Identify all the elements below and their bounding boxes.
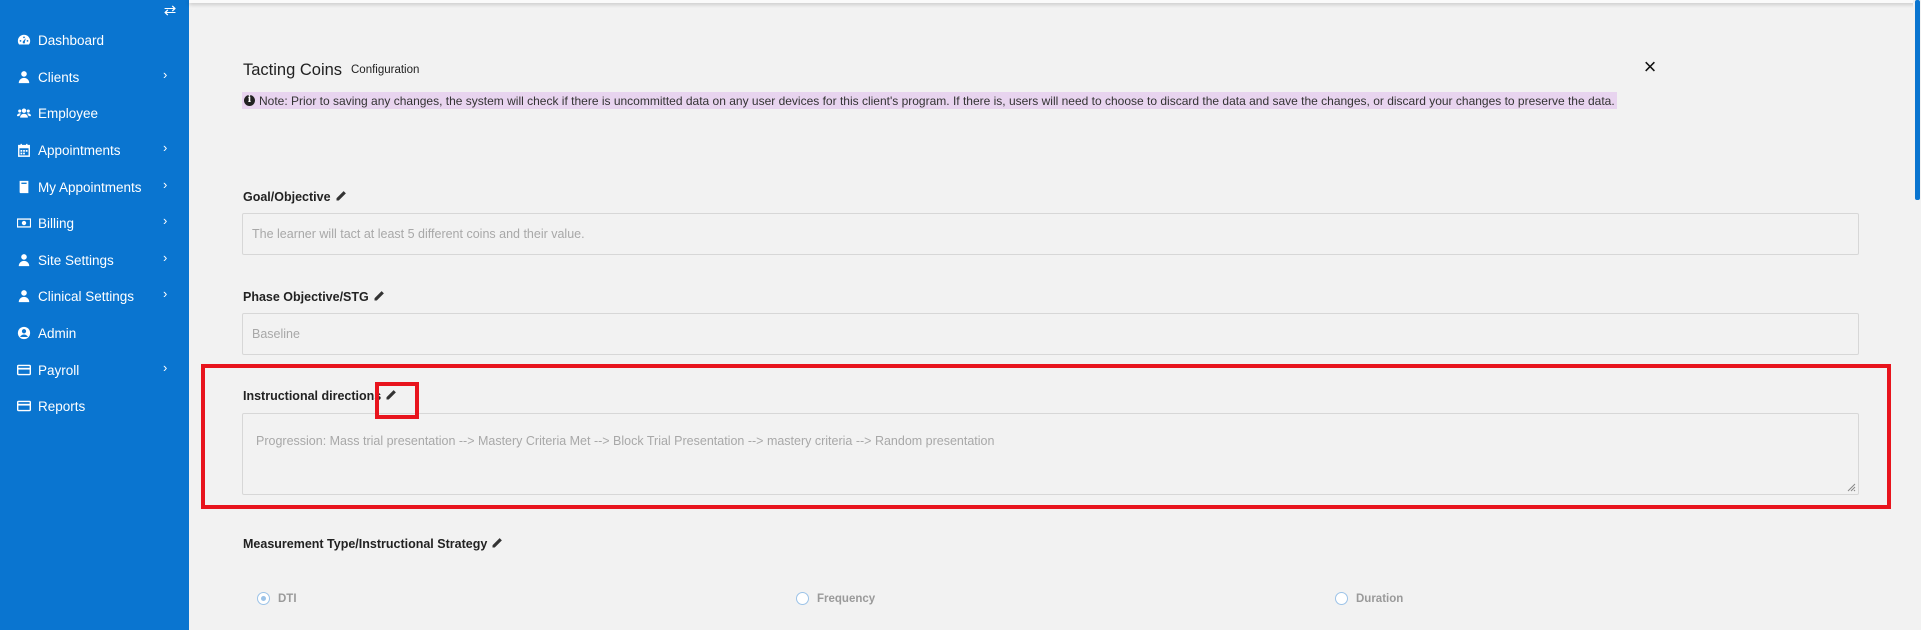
top-header-bar <box>189 0 1921 3</box>
sidebar-item-dashboard[interactable]: Dashboard <box>0 25 189 55</box>
sidebar-item-payroll[interactable]: Payroll › <box>0 355 189 385</box>
radio-label: Frequency <box>817 592 876 605</box>
user-icon <box>16 252 32 268</box>
instructional-directions-label: Instructional directions <box>243 389 397 403</box>
measurement-type-label-text: Measurement Type/Instructional Strategy <box>243 537 488 551</box>
chevron-right-icon: › <box>163 286 168 301</box>
pencil-edit-icon[interactable] <box>491 537 503 549</box>
goal-objective-field[interactable]: The learner will tact at least 5 differe… <box>242 213 1859 255</box>
instructional-directions-value: Progression: Mass trial presentation -->… <box>256 434 995 448</box>
calendar-icon <box>16 142 32 158</box>
radio-dot[interactable] <box>796 592 809 605</box>
user-icon <box>16 69 32 85</box>
info-icon: i <box>244 95 255 106</box>
sidebar-item-label: Employee <box>38 105 99 121</box>
radio-dot[interactable] <box>257 592 270 605</box>
modal-subtitle: Configuration <box>351 64 420 76</box>
user-circle-icon <box>16 325 32 341</box>
sidebar-toggle-icon[interactable]: ⇄ <box>162 3 178 18</box>
goal-objective-value: The learner will tact at least 5 differe… <box>252 227 585 241</box>
book-icon <box>16 179 32 195</box>
sidebar-item-label: Clients <box>38 69 80 85</box>
money-icon <box>16 215 32 231</box>
radio-label: Duration <box>1356 592 1404 605</box>
pencil-edit-icon[interactable] <box>335 190 347 202</box>
pencil-edit-icon[interactable] <box>373 290 385 302</box>
chevron-right-icon: › <box>163 250 168 265</box>
phase-objective-label-text: Phase Objective/STG <box>243 290 369 304</box>
sidebar-item-label: Billing <box>38 215 75 231</box>
sidebar-item-employee[interactable]: Employee <box>0 98 189 128</box>
users-icon <box>16 105 32 121</box>
sidebar-item-appointments[interactable]: Appointments › <box>0 135 189 165</box>
sidebar-item-admin[interactable]: Admin <box>0 318 189 348</box>
radio-dti[interactable]: DTI <box>257 592 297 605</box>
sidebar-item-label: My Appointments <box>38 179 142 195</box>
sidebar-item-clients[interactable]: Clients › <box>0 62 189 92</box>
phase-objective-field[interactable]: Baseline <box>242 313 1859 355</box>
info-note-text: Note: Prior to saving any changes, the s… <box>259 93 1615 108</box>
chevron-right-icon: › <box>163 67 168 82</box>
credit-card-icon <box>16 362 32 378</box>
sidebar-item-label: Admin <box>38 325 77 341</box>
sidebar-item-label: Payroll <box>38 362 80 378</box>
measurement-type-label: Measurement Type/Instructional Strategy <box>243 537 503 551</box>
modal-title: Tacting Coins <box>243 61 343 79</box>
pencil-edit-icon[interactable] <box>385 389 397 401</box>
chevron-right-icon: › <box>163 177 168 192</box>
radio-label: DTI <box>278 592 297 605</box>
chevron-right-icon: › <box>163 140 168 155</box>
scrollbar-thumb[interactable] <box>1915 0 1920 200</box>
chevron-right-icon: › <box>163 213 168 228</box>
phase-objective-label: Phase Objective/STG <box>243 290 385 304</box>
info-note: i Note: Prior to saving any changes, the… <box>242 92 1617 109</box>
sidebar-item-label: Appointments <box>38 142 121 158</box>
goal-objective-label: Goal/Objective <box>243 190 347 204</box>
sidebar-item-label: Dashboard <box>38 32 105 48</box>
instructional-directions-textarea[interactable]: Progression: Mass trial presentation -->… <box>242 413 1859 495</box>
goal-objective-label-text: Goal/Objective <box>243 190 331 204</box>
close-icon[interactable]: × <box>1641 56 1659 78</box>
credit-card-icon <box>16 398 32 414</box>
sidebar-item-billing[interactable]: Billing › <box>0 208 189 238</box>
sidebar-item-my-appointments[interactable]: My Appointments › <box>0 172 189 202</box>
sidebar-item-site-settings[interactable]: Site Settings › <box>0 245 189 275</box>
user-icon <box>16 288 32 304</box>
sidebar: ⇄ Dashboard Clients › Employee Appointme… <box>0 0 189 630</box>
radio-duration[interactable]: Duration <box>1335 592 1403 605</box>
sidebar-item-label: Site Settings <box>38 252 114 268</box>
phase-objective-value: Baseline <box>252 327 300 341</box>
sidebar-item-reports[interactable]: Reports <box>0 391 189 421</box>
radio-frequency[interactable]: Frequency <box>796 592 875 605</box>
radio-dot[interactable] <box>1335 592 1348 605</box>
dashboard-icon <box>16 32 32 48</box>
chevron-right-icon: › <box>163 360 168 375</box>
sidebar-item-clinical-settings[interactable]: Clinical Settings › <box>0 281 189 311</box>
resize-grip-icon[interactable] <box>1847 483 1856 492</box>
instructional-directions-label-text: Instructional directions <box>243 389 382 403</box>
sidebar-item-label: Clinical Settings <box>38 288 135 304</box>
sidebar-item-label: Reports <box>38 398 86 414</box>
